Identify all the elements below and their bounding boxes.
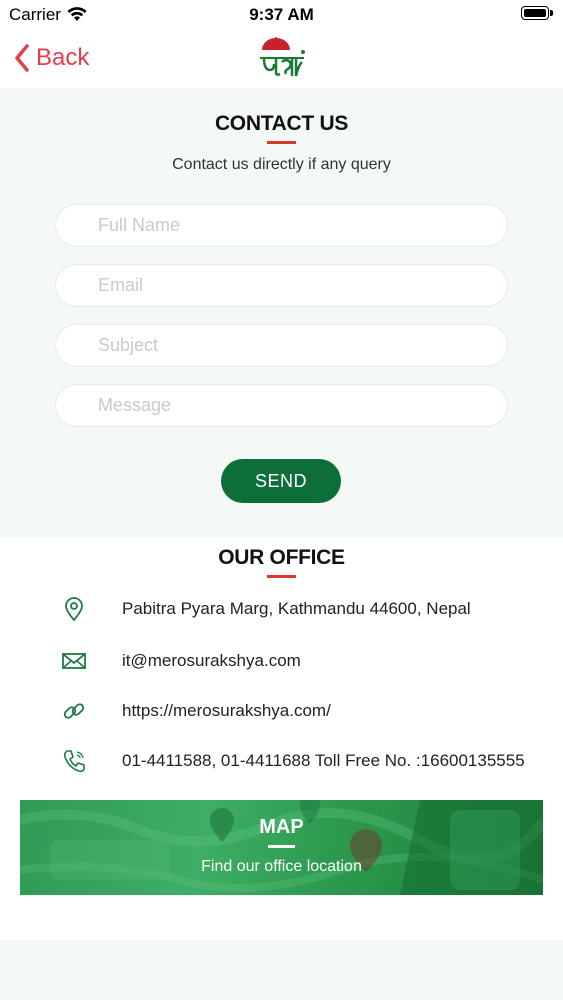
back-button[interactable]: Back: [14, 40, 89, 76]
map-title: MAP: [259, 816, 304, 838]
address-row: Pabitra Pyara Marg, Kathmandu 44600, Nep…: [0, 595, 563, 625]
contact-subtitle: Contact us directly if any query: [172, 156, 391, 173]
website-row[interactable]: https://merosurakshya.com/: [0, 697, 563, 727]
map-title-underline: [268, 845, 295, 848]
chevron-left-icon: [15, 44, 29, 72]
address-text: Pabitra Pyara Marg, Kathmandu 44600, Nep…: [122, 599, 471, 618]
suraksha-umbrella-logo: [260, 37, 305, 77]
bottom-strip: [0, 940, 563, 1000]
message-input[interactable]: [55, 384, 508, 427]
our-office-section: OUR OFFICE Pabitra Pyara Marg, Kathmandu…: [0, 538, 563, 938]
contact-us-section: CONTACT US Contact us directly if any qu…: [0, 88, 563, 538]
contact-us-title: CONTACT US: [214, 112, 349, 135]
navigation-bar: Back: [0, 30, 563, 88]
send-button[interactable]: SEND: [221, 459, 341, 503]
contact-title-underline: [267, 141, 296, 144]
map-banner[interactable]: MAP Find our office location: [20, 800, 543, 895]
website-link: https://merosurakshya.com/: [122, 701, 331, 720]
link-icon: [60, 697, 88, 725]
battery-icon: [521, 6, 553, 20]
phone-row[interactable]: 01-4411588, 01-4411688 Toll Free No. :16…: [0, 747, 563, 777]
map-subtitle: Find our office location: [201, 858, 362, 875]
full-name-input[interactable]: [55, 204, 508, 247]
phone-text: 01-4411588, 01-4411688 Toll Free No. :16…: [122, 751, 525, 770]
status-bar: Carrier 9:37 AM: [0, 0, 563, 30]
location-pin-icon: [60, 595, 88, 623]
envelope-icon: [60, 647, 88, 675]
status-time: 9:37 AM: [249, 5, 314, 24]
our-office-title: OUR OFFICE: [218, 546, 345, 569]
email-text: it@merosurakshya.com: [122, 651, 301, 670]
email-row[interactable]: it@merosurakshya.com: [0, 647, 563, 677]
subject-input[interactable]: [55, 324, 508, 367]
office-title-underline: [267, 575, 296, 578]
back-label: Back: [36, 44, 90, 71]
phone-icon: [60, 747, 88, 775]
email-input[interactable]: [55, 264, 508, 307]
